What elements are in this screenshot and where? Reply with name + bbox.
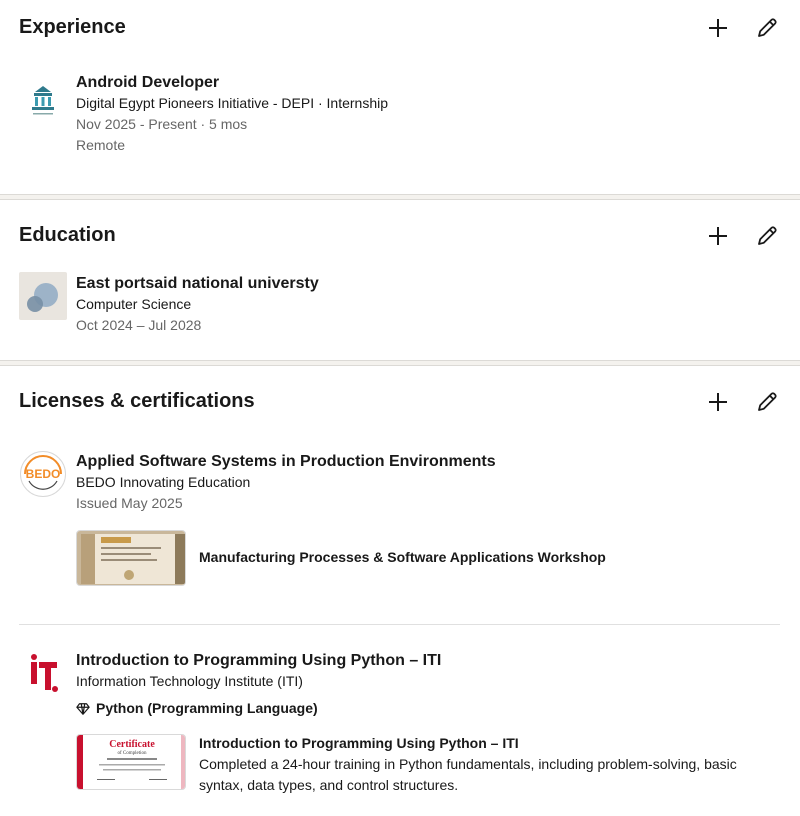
edit-experience-button[interactable] (751, 12, 783, 44)
thumb-certificate-subtitle: of Completion (117, 751, 147, 756)
education-dates: Oct 2024 – Jul 2028 (76, 317, 202, 333)
experience-entry[interactable]: Android Developer Digital Egypt Pioneers… (76, 72, 388, 156)
school-logo-placeholder[interactable] (19, 272, 67, 320)
licenses-section: Licenses & certifications BEDO Applied S… (0, 366, 800, 816)
experience-heading: Experience (19, 16, 126, 38)
pencil-icon (758, 18, 777, 37)
job-title: Android Developer (76, 74, 220, 91)
school-name: East portsaid national universty (76, 275, 319, 292)
plus-icon (709, 393, 727, 411)
bedo-logo-text: BEDO (26, 467, 61, 481)
education-heading: Education (19, 224, 116, 246)
pencil-icon (758, 226, 777, 245)
edit-license-button[interactable] (751, 386, 783, 418)
experience-section: Experience Android Developer Digital Egy… (0, 0, 800, 194)
add-license-button[interactable] (702, 386, 734, 418)
license-entry[interactable]: Applied Software Systems in Production E… (76, 451, 496, 514)
license-issued-date: Issued May 2025 (76, 495, 183, 511)
license-issuer: BEDO Innovating Education (76, 474, 251, 490)
diamond-skill-icon (76, 702, 90, 715)
add-experience-button[interactable] (702, 12, 734, 44)
license-issuer: Information Technology Institute (ITI) (76, 673, 303, 689)
bedo-logo[interactable]: BEDO (19, 450, 67, 498)
job-location: Remote (76, 137, 126, 153)
licenses-heading: Licenses & certifications (19, 390, 255, 412)
license-skill[interactable]: Python (Programming Language) (76, 698, 441, 719)
license-name: Introduction to Programming Using Python… (76, 652, 442, 669)
job-dates: Nov 2025 - Present · 5 mos (76, 116, 248, 132)
edit-education-button[interactable] (751, 220, 783, 252)
field-of-study: Computer Science (76, 296, 192, 312)
education-section: Education East portsaid national univers… (0, 200, 800, 360)
thumb-certificate-title: Certificate (109, 739, 155, 750)
certificate-media-title[interactable]: Manufacturing Processes & Software Appli… (199, 549, 606, 565)
certificate-media-title[interactable]: Introduction to Programming Using Python… (199, 735, 519, 751)
pencil-icon (758, 392, 777, 411)
education-entry[interactable]: East portsaid national universty Compute… (76, 273, 319, 336)
iti-logo[interactable] (19, 649, 67, 697)
plus-icon (709, 19, 727, 37)
certificate-media-description: Completed a 24-hour training in Python f… (199, 756, 737, 793)
skill-label: Python (Programming Language) (96, 700, 318, 716)
certificate-thumbnail[interactable]: Certificate of Completion (76, 734, 186, 790)
entry-divider (19, 624, 780, 625)
add-education-button[interactable] (702, 220, 734, 252)
depi-logo[interactable] (19, 80, 67, 128)
license-name: Applied Software Systems in Production E… (76, 453, 496, 470)
company-name: Digital Egypt Pioneers Initiative - DEPI… (76, 95, 389, 111)
certificate-thumbnail[interactable] (76, 530, 186, 586)
plus-icon (709, 227, 727, 245)
license-entry[interactable]: Introduction to Programming Using Python… (76, 650, 441, 719)
